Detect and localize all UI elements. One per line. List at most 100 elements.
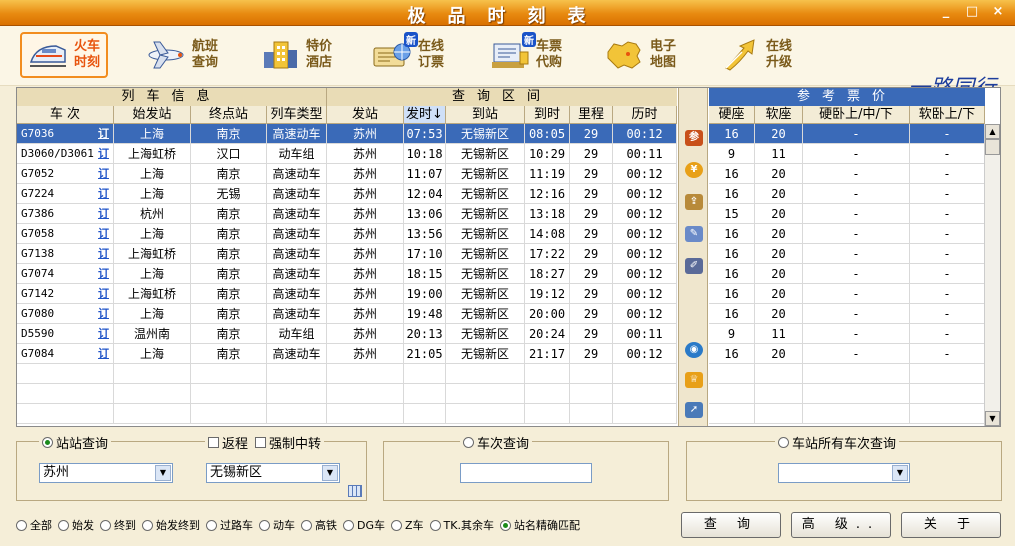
table-row[interactable]: G7138 订上海虹桥 南京 高速动车 苏州 17:10 无锡新区 17:22 29 00:12 [17,244,677,264]
query-button[interactable]: 查 询 [681,512,781,538]
yuan-coin-icon[interactable]: ¥ [685,162,703,178]
col-arrive-station[interactable]: 到站 [446,106,525,124]
filter-radio[interactable] [429,519,441,531]
filter-option[interactable]: DG车 [343,517,385,533]
table-row[interactable]: G7036 订上海 南京 高速动车 苏州 07:53 无锡新区 08:05 29 00:12 [17,124,677,144]
price-row[interactable] [709,404,985,424]
reference-price-icon[interactable]: 参 [685,130,703,146]
calendar-grid-icon[interactable] [348,485,362,497]
table-row[interactable]: G7084 订上海 南京 高速动车 苏州 21:05 无锡新区 21:17 29 00:12 [17,344,677,364]
col-soft-seat[interactable]: 软座 [755,106,803,124]
filter-radio[interactable] [499,519,511,531]
minimize-button[interactable]: _ [935,3,957,21]
book-link[interactable]: 订 [98,124,109,144]
book-link[interactable]: 订 [98,224,109,244]
table-row[interactable]: G7052 订上海 南京 高速动车 苏州 11:07 无锡新区 11:19 29 00:12 [17,164,677,184]
chevron-down-icon[interactable]: ▼ [892,465,908,481]
table-row[interactable] [17,364,677,384]
col-soft-sleeper[interactable]: 软卧上/下 [910,106,985,124]
book-link[interactable]: 订 [98,344,109,364]
col-depart-time[interactable]: 发时↓ [404,106,446,124]
book-link[interactable]: 订 [98,204,109,224]
filter-option[interactable]: TK.其余车 [429,517,494,533]
price-row[interactable]: 16 20- - [709,224,985,244]
filter-radio[interactable] [391,519,402,531]
scroll-down-arrow-icon[interactable]: ▼ [985,411,1000,426]
col-terminal[interactable]: 终点站 [191,106,267,124]
filter-option[interactable]: 始发 [58,517,94,533]
filter-option[interactable]: 全部 [16,517,52,533]
book-link[interactable]: 订 [98,244,109,264]
chevron-down-icon[interactable]: ▼ [155,465,171,481]
book-link[interactable]: 订 [98,284,109,304]
about-button[interactable]: 关 于 [901,512,1001,538]
toolbar-map[interactable]: 电子 地图 [598,32,682,78]
filter-radio[interactable] [206,519,217,531]
table-row[interactable]: G7074 订上海 南京 高速动车 苏州 18:15 无锡新区 18:27 29 00:12 [17,264,677,284]
crown-icon[interactable]: ♕ [685,372,703,388]
maximize-button[interactable]: □ [961,3,983,21]
table-row[interactable] [17,404,677,424]
filter-radio[interactable] [259,519,270,531]
filter-radio[interactable] [343,519,354,531]
toolbar-online-booking[interactable]: 新 在线 订票 [366,32,450,78]
table-row[interactable]: G7142 订上海虹桥 南京 高速动车 苏州 19:00 无锡新区 19:12 29 00:12 [17,284,677,304]
col-train-no[interactable]: 车 次 [17,106,114,124]
price-row[interactable]: 16 20- - [709,124,985,144]
book-link[interactable]: 订 [98,264,109,284]
col-train-type[interactable]: 列车类型 [267,106,327,124]
scroll-thumb[interactable] [985,139,1000,155]
table-row[interactable]: D5590 订温州南 南京 动车组 苏州 20:13 无锡新区 20:24 29 00:11 [17,324,677,344]
toolbar-upgrade[interactable]: 在线 升级 [714,32,798,78]
price-row[interactable]: 16 20- - [709,184,985,204]
return-checkbox[interactable] [208,437,219,448]
table-row[interactable] [17,384,677,404]
train-number-input[interactable] [460,463,592,483]
book-link[interactable]: 订 [98,304,109,324]
filter-option[interactable]: 站名精确匹配 [499,517,580,533]
price-row[interactable]: 16 20- - [709,284,985,304]
train-query-radio[interactable] [463,437,474,448]
scroll-up-arrow-icon[interactable]: ▲ [985,124,1000,139]
price-row[interactable]: 16 20- - [709,244,985,264]
station-select[interactable]: ▼ [778,463,910,483]
price-row[interactable]: 16 20- - [709,264,985,284]
price-row[interactable]: 16 20- - [709,304,985,324]
price-row[interactable]: 16 20- - [709,344,985,364]
filter-option[interactable]: Z车 [391,517,424,533]
toolbar-ticket-agency[interactable]: 新 车票 代购 [484,32,568,78]
to-station-select[interactable]: 无锡新区 ▼ [206,463,340,483]
book-link[interactable]: 订 [98,184,109,204]
col-distance[interactable]: 里程 [570,106,613,124]
table-row[interactable]: D3060/D3061 订上海虹桥 汉口 动车组 苏州 10:18 无锡新区 10:29 29 0… [17,144,677,164]
force-transfer-checkbox[interactable] [255,437,267,448]
refresh-globe-icon[interactable]: ◉ [685,342,703,358]
col-origin[interactable]: 始发站 [114,106,191,124]
filter-radio[interactable] [100,519,111,531]
export-icon[interactable]: ⇪ [685,194,703,210]
toolbar-train-timetable[interactable]: 火车 时刻 [20,32,109,78]
price-row[interactable] [709,364,985,384]
filter-option[interactable]: 始发终到 [142,517,200,533]
toolbar-flight-query[interactable]: 航班 查询 [140,32,224,78]
filter-option[interactable]: 高铁 [301,517,337,533]
station-all-query-radio[interactable] [778,437,789,448]
filter-option[interactable]: 过路车 [206,517,253,533]
price-row[interactable]: 16 20- - [709,164,985,184]
price-row[interactable]: 9 11- - [709,144,985,164]
col-duration[interactable]: 历时 [613,106,677,124]
filter-radio[interactable] [16,519,27,531]
filter-radio[interactable] [301,519,312,531]
table-row[interactable]: G7058 订上海 南京 高速动车 苏州 13:56 无锡新区 14:08 29 00:12 [17,224,677,244]
toolbar-hotel[interactable]: 特价 酒店 [254,32,338,78]
pen-icon[interactable]: ✐ [685,258,703,274]
col-depart-station[interactable]: 发站 [327,106,404,124]
filter-option[interactable]: 动车 [259,517,295,533]
book-link[interactable]: 订 [98,164,109,184]
table-row[interactable]: G7386 订杭州 南京 高速动车 苏州 13:06 无锡新区 13:18 29 00:12 [17,204,677,224]
edit-note-icon[interactable]: ✎ [685,226,703,242]
advanced-button[interactable]: 高 级.. [791,512,891,538]
book-link[interactable]: 订 [98,324,109,344]
table-row[interactable]: G7080 订上海 南京 高速动车 苏州 19:48 无锡新区 20:00 29 00:12 [17,304,677,324]
close-button[interactable]: × [987,3,1009,21]
